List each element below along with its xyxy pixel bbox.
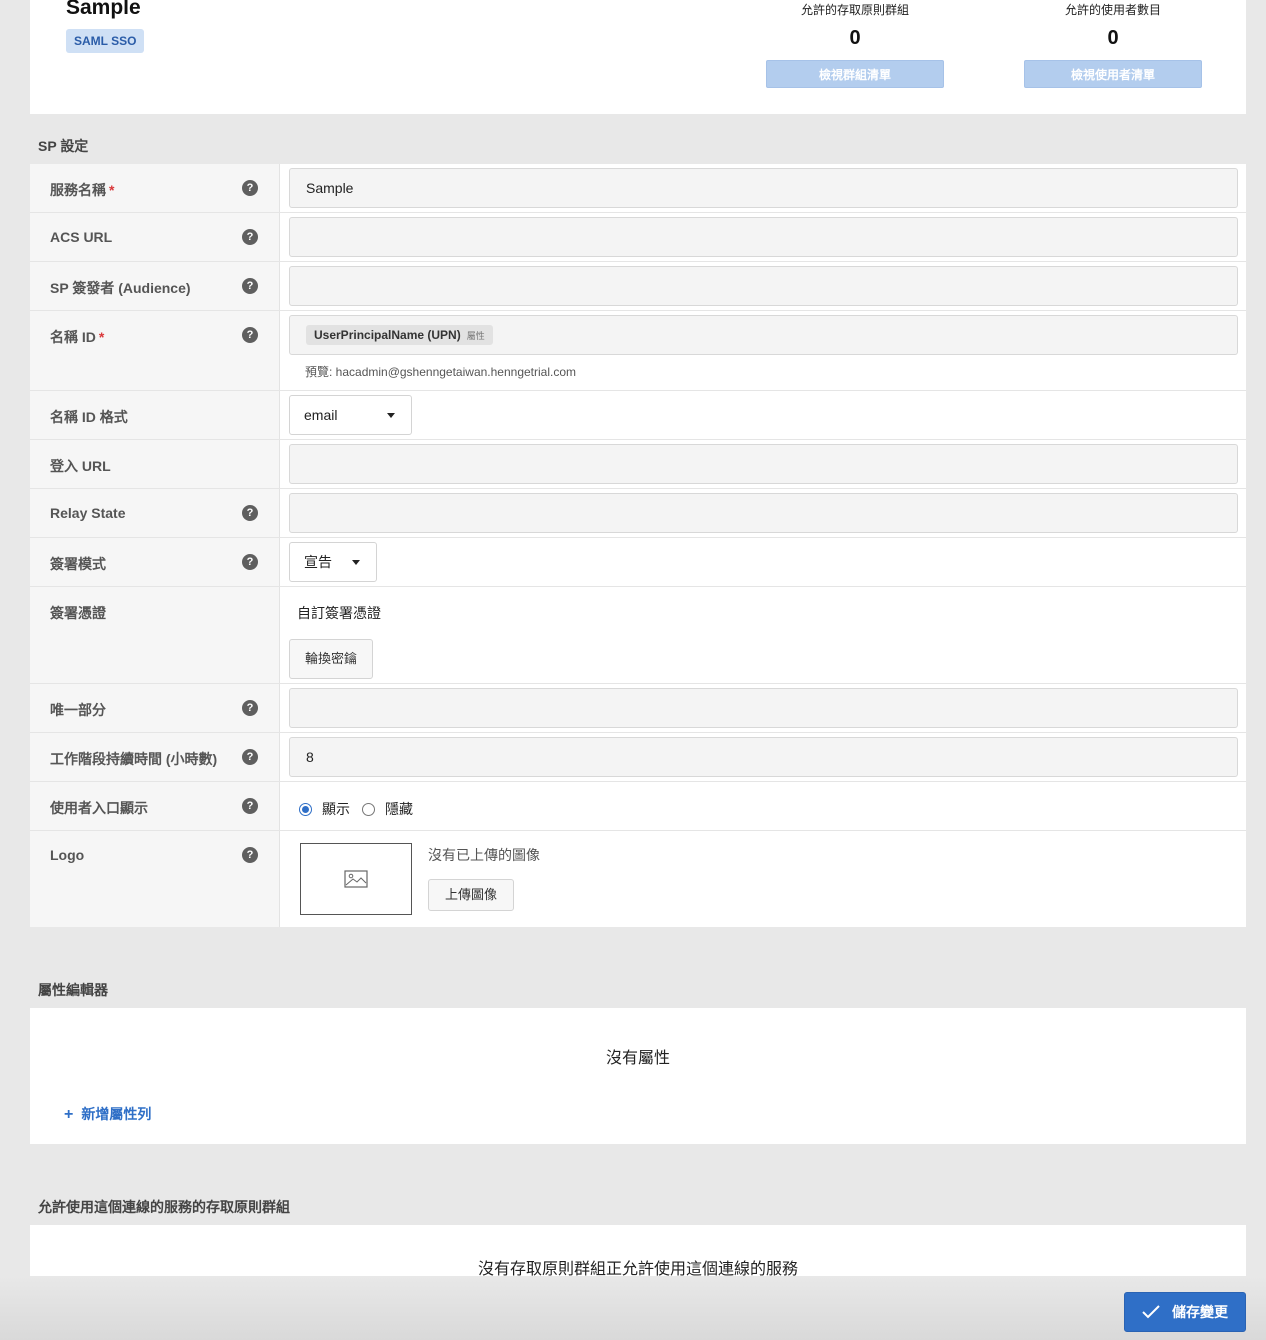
relay-state-label: Relay State <box>50 505 126 521</box>
logo-label: Logo <box>50 847 85 863</box>
row-service-name: 服務名稱 * ? <box>30 164 1246 213</box>
help-icon[interactable]: ? <box>242 229 258 245</box>
logo-placeholder <box>300 843 412 915</box>
row-signing-mode: 簽署模式 ? 宣告 <box>30 538 1246 587</box>
sp-issuer-label: SP 簽發者 (Audience) <box>50 280 191 296</box>
row-unique-part: 唯一部分 ? <box>30 684 1246 733</box>
no-policy-groups-text: 沒有存取原則群組正允許使用這個連線的服務 <box>477 1261 798 1276</box>
view-users-button[interactable]: 檢視使用者清單 <box>1024 60 1202 88</box>
login-url-input[interactable] <box>289 444 1238 484</box>
name-id-format-value: email <box>304 407 338 423</box>
session-duration-label: 工作階段持續時間 (小時數) <box>50 751 218 767</box>
save-changes-button[interactable]: 儲存變更 <box>1124 1292 1246 1332</box>
save-changes-label: 儲存變更 <box>1172 1304 1228 1320</box>
row-session-duration: 工作階段持續時間 (小時數) ? <box>30 733 1246 782</box>
check-icon <box>1142 1305 1160 1319</box>
help-icon[interactable]: ? <box>242 847 258 863</box>
attr-editor-card: 沒有屬性 + 新增屬性列 <box>30 1008 1246 1144</box>
service-title: Sample <box>66 0 141 19</box>
add-attribute-row-link[interactable]: + 新增屬性列 <box>64 1104 151 1124</box>
help-icon[interactable]: ? <box>242 700 258 716</box>
signing-mode-value: 宣告 <box>304 554 332 570</box>
caret-down-icon <box>352 559 360 565</box>
sp-settings-title: SP 設定 <box>38 138 89 154</box>
row-portal-display: 使用者入口顯示 ? 顯示 隱藏 <box>30 782 1246 831</box>
service-header-card: Sample SAML SSO 允許的存取原則群組 0 檢視群組清單 允許的使用… <box>30 0 1246 114</box>
radio-hide-label[interactable]: 隱藏 <box>385 799 413 819</box>
name-id-chip-label: UserPrincipalName (UPN) <box>314 328 461 342</box>
required-mark: * <box>109 182 115 198</box>
image-icon <box>344 870 368 888</box>
allowed-users-label: 允許的使用者數目 <box>1064 3 1161 17</box>
no-attributes-text: 沒有屬性 <box>605 1050 670 1067</box>
help-icon[interactable]: ? <box>242 798 258 814</box>
allowed-groups-label: 允許的存取原則群組 <box>800 3 909 17</box>
help-icon[interactable]: ? <box>242 505 258 521</box>
signing-cert-label: 簽署憑證 <box>50 605 106 621</box>
portal-display-radio-group: 顯示 隱藏 <box>299 799 1238 819</box>
relay-state-input[interactable] <box>289 493 1238 533</box>
view-groups-button[interactable]: 檢視群組清單 <box>766 60 944 88</box>
sp-issuer-input[interactable] <box>289 266 1238 306</box>
add-attribute-label: 新增屬性列 <box>81 1106 152 1122</box>
name-id-label: 名稱 ID <box>50 329 96 345</box>
acs-url-input[interactable] <box>289 217 1238 257</box>
radio-show[interactable] <box>299 802 312 816</box>
policy-groups-title: 允許使用這個連線的服務的存取原則群組 <box>38 1199 290 1215</box>
session-duration-input[interactable] <box>289 737 1238 777</box>
name-id-format-label: 名稱 ID 格式 <box>50 409 128 425</box>
signing-mode-label: 簽署模式 <box>50 556 106 572</box>
help-icon[interactable]: ? <box>242 327 258 343</box>
protocol-badge: SAML SSO <box>66 29 145 53</box>
policy-groups-card: 沒有存取原則群組正允許使用這個連線的服務 <box>30 1225 1246 1276</box>
row-login-url: 登入 URL <box>30 440 1246 489</box>
caret-down-icon <box>387 412 395 418</box>
allowed-users-count: 0 <box>1107 27 1119 49</box>
row-name-id-format: 名稱 ID 格式 email <box>30 391 1246 440</box>
help-icon[interactable]: ? <box>242 278 258 294</box>
row-name-id: 名稱 ID * ? UserPrincipalName (UPN) 屬性 預覽: h… <box>30 311 1246 391</box>
allowed-groups-count: 0 <box>849 27 861 49</box>
signing-cert-value: 自訂簽署憑證 <box>297 605 381 621</box>
unique-part-input[interactable] <box>289 688 1238 728</box>
acs-url-label: ACS URL <box>50 229 113 245</box>
no-image-text: 沒有已上傳的圖像 <box>428 847 540 863</box>
rotate-key-button[interactable]: 輪換密鑰 <box>289 639 374 679</box>
name-id-chip[interactable]: UserPrincipalName (UPN) 屬性 <box>306 325 493 345</box>
help-icon[interactable]: ? <box>242 554 258 570</box>
help-icon[interactable]: ? <box>242 180 258 196</box>
footer-bar <box>0 1276 1266 1340</box>
upload-image-button[interactable]: 上傳圖像 <box>428 879 515 911</box>
unique-part-label: 唯一部分 <box>50 702 106 718</box>
signing-mode-select[interactable]: 宣告 <box>289 542 377 582</box>
row-sp-issuer: SP 簽發者 (Audience) ? <box>30 262 1246 311</box>
login-url-label: 登入 URL <box>50 458 111 474</box>
help-icon[interactable]: ? <box>242 749 258 765</box>
name-id-field[interactable]: UserPrincipalName (UPN) 屬性 <box>289 315 1238 355</box>
allowed-groups-stat: 允許的存取原則群組 0 檢視群組清單 <box>766 0 944 88</box>
name-id-format-select[interactable]: email <box>289 395 412 435</box>
row-signing-cert: 簽署憑證 自訂簽署憑證 輪換密鑰 <box>30 587 1246 684</box>
sp-settings-form: 服務名稱* ? ACS URL ? SP 簽發者 (Audience) ? 名稱… <box>30 164 1246 927</box>
attr-editor-title: 屬性編輯器 <box>38 982 108 998</box>
service-name-label: 服務名稱 <box>50 182 106 198</box>
required-mark: * <box>98 329 105 345</box>
row-logo: Logo ? 沒有已上傳的圖像 上傳圖像 <box>30 831 1246 927</box>
name-id-chip-tag: 屬性 <box>466 331 485 341</box>
allowed-users-stat: 允許的使用者數目 0 檢視使用者清單 <box>1024 0 1202 88</box>
row-relay-state: Relay State ? <box>30 489 1246 538</box>
row-acs-url: ACS URL ? <box>30 213 1246 262</box>
radio-show-label[interactable]: 顯示 <box>322 799 350 819</box>
portal-display-label: 使用者入口顯示 <box>50 800 148 816</box>
service-name-input[interactable] <box>289 168 1238 208</box>
radio-hide[interactable] <box>362 802 375 816</box>
plus-icon: + <box>64 1106 74 1123</box>
name-id-preview: 預覽: hacadmin@gshenngetaiwan.henngetrial.… <box>305 365 577 379</box>
